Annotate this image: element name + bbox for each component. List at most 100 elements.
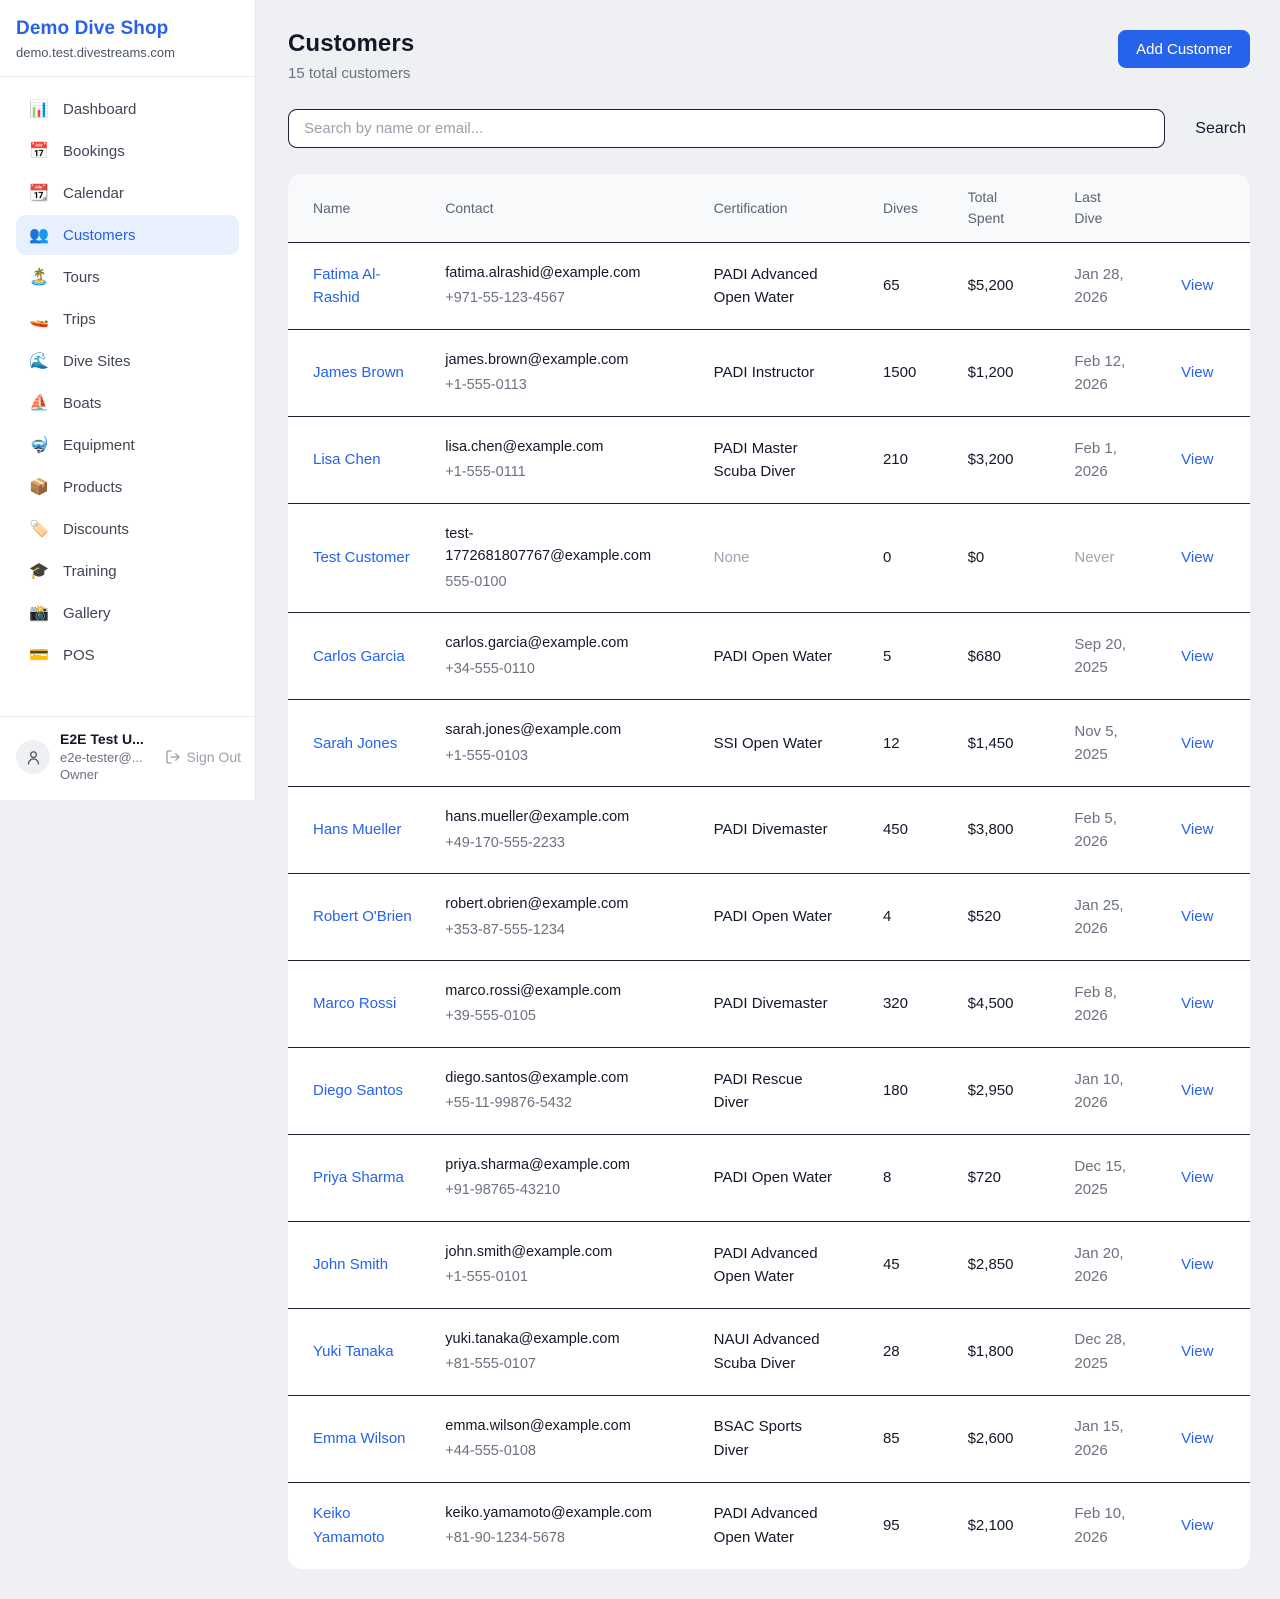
view-link[interactable]: View [1181,1430,1213,1447]
customer-email: james.brown@example.com [445,349,657,371]
customer-name-link[interactable]: Keiko Yamamoto [313,1502,413,1549]
table-row: Robert O'Brien robert.obrien@example.com… [288,874,1250,961]
customer-certification: PADI Advanced Open Water [714,1502,836,1549]
table-row: Fatima Al-Rashid fatima.alrashid@example… [288,243,1250,330]
sidebar-item-tours[interactable]: 🏝️ Tours [16,257,239,297]
user-name: E2E Test U... [60,731,155,747]
view-link[interactable]: View [1181,364,1213,381]
customer-dives: 8 [871,1134,956,1221]
sidebar-item-training[interactable]: 🎓 Training [16,551,239,591]
sidebar-item-gallery[interactable]: 📸 Gallery [16,593,239,633]
customer-dives: 450 [871,787,956,874]
customer-dives: 5 [871,613,956,700]
customer-name-link[interactable]: Emma Wilson [313,1427,406,1450]
view-link[interactable]: View [1181,549,1213,566]
customer-count: 15 total customers [288,65,414,82]
view-link[interactable]: View [1181,1169,1213,1186]
table-row: Sarah Jones sarah.jones@example.com +1-5… [288,700,1250,787]
customer-total-spent: $4,500 [956,960,1063,1047]
customer-dives: 12 [871,700,956,787]
view-link[interactable]: View [1181,277,1213,294]
customer-email: fatima.alrashid@example.com [445,262,657,284]
column-header: Certification [702,174,871,243]
customer-total-spent: $0 [956,503,1063,612]
sidebar-item-customers[interactable]: 👥 Customers [16,215,239,255]
customers-table: NameContactCertificationDivesTotal Spent… [288,174,1250,1569]
sidebar-item-equipment[interactable]: 🤿 Equipment [16,425,239,465]
sidebar-item-discounts[interactable]: 🏷️ Discounts [16,509,239,549]
view-link[interactable]: View [1181,821,1213,838]
customer-phone: +1-555-0103 [445,745,689,767]
customer-phone: +1-555-0111 [445,461,689,483]
tear-off-calendar-icon: 📆 [28,183,50,203]
customer-dives: 85 [871,1395,956,1482]
customer-name-link[interactable]: Sarah Jones [313,732,397,755]
customer-phone: +81-555-0107 [445,1353,689,1375]
sidebar-nav: 📊 Dashboard 📅 Bookings 📆 Calendar 👥 Cust… [0,77,255,716]
customer-dives: 320 [871,960,956,1047]
sidebar-item-bookings[interactable]: 📅 Bookings [16,131,239,171]
search-button[interactable]: Search [1191,120,1250,138]
user-info: E2E Test U... e2e-tester@... Owner [60,731,155,784]
sidebar-item-dive-sites[interactable]: 🌊 Dive Sites [16,341,239,381]
sidebar-item-trips[interactable]: 🚤 Trips [16,299,239,339]
customer-dives: 210 [871,416,956,503]
customer-name-link[interactable]: James Brown [313,361,404,384]
sidebar-item-products[interactable]: 📦 Products [16,467,239,507]
customer-phone: +81-90-1234-5678 [445,1527,689,1549]
customer-email: lisa.chen@example.com [445,436,657,458]
customer-name-link[interactable]: Priya Sharma [313,1166,404,1189]
sidebar-item-boats[interactable]: ⛵ Boats [16,383,239,423]
customer-email: john.smith@example.com [445,1241,657,1263]
customer-email: hans.mueller@example.com [445,806,657,828]
view-link[interactable]: View [1181,995,1213,1012]
sidebar: Demo Dive Shop demo.test.divestreams.com… [0,0,256,800]
column-header: Dives [871,174,956,243]
view-link[interactable]: View [1181,648,1213,665]
customer-dives: 1500 [871,329,956,416]
tag-icon: 🏷️ [28,519,50,539]
sidebar-item-calendar[interactable]: 📆 Calendar [16,173,239,213]
customer-phone: +34-555-0110 [445,658,689,680]
customer-name-link[interactable]: Fatima Al-Rashid [313,263,413,310]
customer-total-spent: $720 [956,1134,1063,1221]
customer-name-link[interactable]: Diego Santos [313,1079,403,1102]
customer-last-dive: Dec 28, 2025 [1074,1328,1136,1375]
table-row: Test Customer test-1772681807767@example… [288,503,1250,612]
customer-name-link[interactable]: Robert O'Brien [313,905,412,928]
customer-total-spent: $680 [956,613,1063,700]
customer-name-link[interactable]: Lisa Chen [313,448,381,471]
customer-last-dive: Never [1074,546,1114,569]
customer-name-link[interactable]: John Smith [313,1253,388,1276]
sidebar-item-label: Tours [63,269,100,286]
customer-total-spent: $2,950 [956,1047,1063,1134]
bar-chart-icon: 📊 [28,99,50,119]
customer-name-link[interactable]: Carlos Garcia [313,645,405,668]
view-link[interactable]: View [1181,1517,1213,1534]
view-link[interactable]: View [1181,1256,1213,1273]
view-link[interactable]: View [1181,451,1213,468]
view-link[interactable]: View [1181,908,1213,925]
search-input[interactable] [288,109,1165,148]
sidebar-item-pos[interactable]: 💳 POS [16,635,239,675]
customer-name-link[interactable]: Yuki Tanaka [313,1340,394,1363]
customer-certification: PADI Divemaster [714,992,828,1015]
customer-email: robert.obrien@example.com [445,893,657,915]
sign-out-button[interactable]: Sign Out [165,749,241,765]
customer-certification: NAUI Advanced Scuba Diver [714,1328,836,1375]
customer-phone: +44-555-0108 [445,1440,689,1462]
sidebar-item-dashboard[interactable]: 📊 Dashboard [16,89,239,129]
sidebar-item-label: Products [63,479,122,496]
sidebar-item-label: Gallery [63,605,111,622]
customer-dives: 180 [871,1047,956,1134]
table-header: NameContactCertificationDivesTotal Spent… [288,174,1250,243]
customer-name-link[interactable]: Test Customer [313,546,410,569]
customer-total-spent: $520 [956,874,1063,961]
customer-name-link[interactable]: Marco Rossi [313,992,396,1015]
view-link[interactable]: View [1181,1082,1213,1099]
customer-name-link[interactable]: Hans Mueller [313,818,401,841]
customer-email: emma.wilson@example.com [445,1415,657,1437]
view-link[interactable]: View [1181,1343,1213,1360]
add-customer-button[interactable]: Add Customer [1118,30,1250,68]
view-link[interactable]: View [1181,735,1213,752]
